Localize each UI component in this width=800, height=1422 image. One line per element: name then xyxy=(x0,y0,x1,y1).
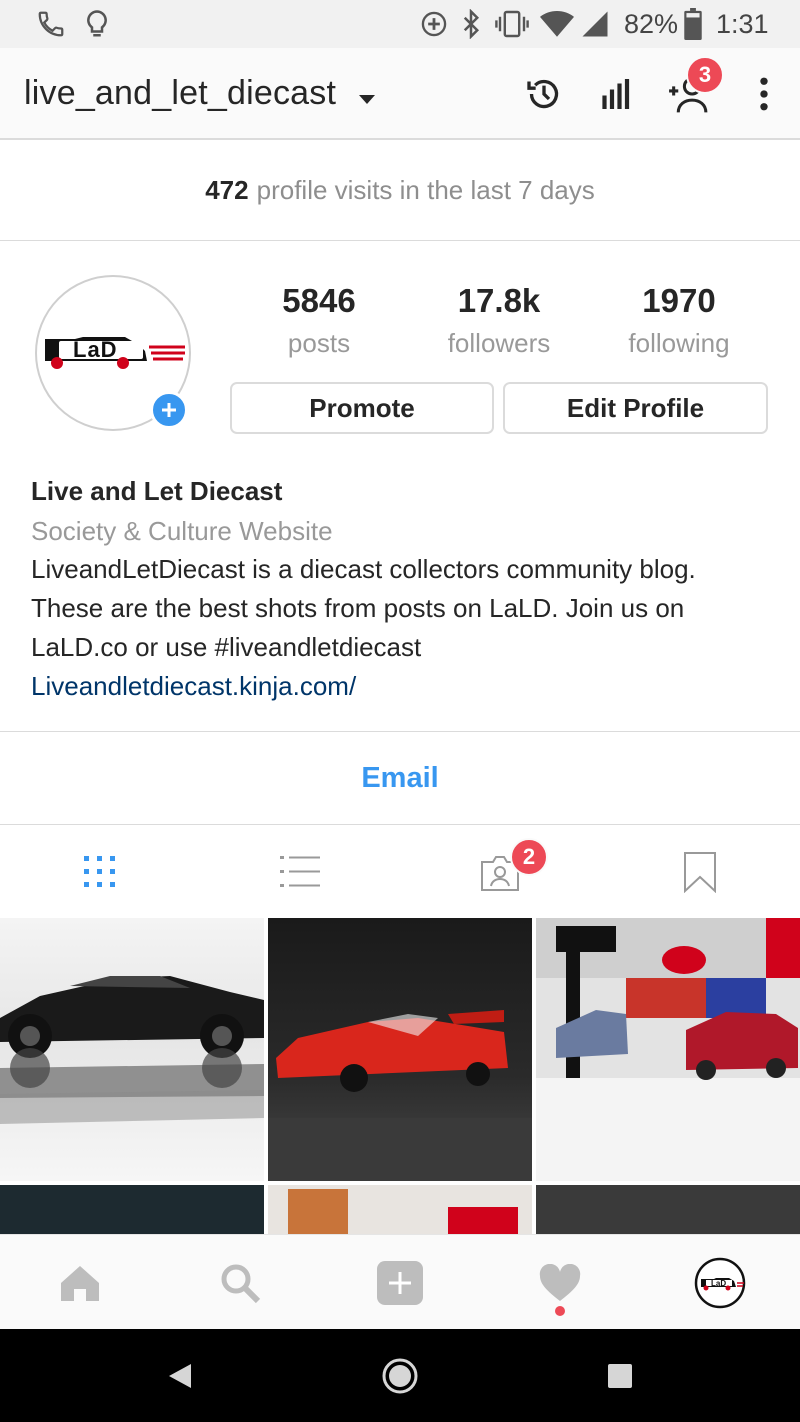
posts-count: 5846 xyxy=(282,282,356,319)
history-icon[interactable] xyxy=(520,48,568,140)
activity-heart-icon xyxy=(539,1263,581,1301)
nav-search[interactable] xyxy=(160,1235,320,1330)
nav-home[interactable] xyxy=(0,1235,160,1330)
nav-profile[interactable]: LaD xyxy=(640,1235,800,1330)
tab-tagged[interactable]: 2 xyxy=(400,826,600,918)
tab-saved[interactable] xyxy=(600,826,800,918)
grid-icon xyxy=(84,856,115,887)
saved-icon xyxy=(684,852,716,893)
clock: 1:31 xyxy=(716,8,769,39)
visits-count: 472 xyxy=(205,175,249,205)
grid-post[interactable] xyxy=(536,1185,800,1235)
back-button[interactable] xyxy=(150,1329,210,1422)
post-thumbnail xyxy=(536,1185,800,1235)
signal-icon xyxy=(580,0,610,48)
home-button[interactable] xyxy=(370,1329,430,1422)
bio-line: These are the best shots from posts on L… xyxy=(31,593,685,623)
following-label: following xyxy=(628,328,730,358)
followers-stat[interactable]: 17.8k followers xyxy=(409,282,589,359)
posts-label: posts xyxy=(287,328,351,358)
grid-post[interactable] xyxy=(268,918,532,1181)
nav-activity[interactable] xyxy=(480,1235,640,1330)
wifi-icon xyxy=(540,0,574,48)
bio-line: LiveandLetDiecast is a diecast collector… xyxy=(31,554,696,584)
search-icon xyxy=(221,1264,261,1303)
activity-dot xyxy=(555,1306,565,1316)
post-thumbnail xyxy=(0,1185,264,1235)
discover-people-badge: 3 xyxy=(686,56,724,94)
recents-icon xyxy=(608,1363,632,1388)
vibrate-icon xyxy=(494,0,530,48)
profile-name: Live and Let Diecast xyxy=(31,476,283,506)
svg-text:LaD: LaD xyxy=(73,337,118,362)
edit-profile-button[interactable]: Edit Profile xyxy=(503,382,768,434)
data-saver-icon xyxy=(420,0,448,48)
username: live_and_let_diecast xyxy=(24,74,337,112)
tab-list[interactable] xyxy=(200,826,400,918)
visits-label: profile visits in the last 7 days xyxy=(256,175,595,205)
profile-category: Society & Culture Website xyxy=(31,516,333,546)
svg-text:LaD: LaD xyxy=(711,1279,726,1288)
system-navigation-bar xyxy=(0,1329,800,1422)
battery-percent: 82% xyxy=(624,8,679,39)
add-story-button[interactable] xyxy=(150,391,188,429)
tagged-badge: 2 xyxy=(510,838,548,876)
back-icon xyxy=(169,1363,191,1388)
tab-grid[interactable] xyxy=(0,826,200,918)
insights-icon[interactable] xyxy=(594,48,642,140)
following-stat[interactable]: 1970 following xyxy=(589,282,769,359)
profile-visits-banner[interactable]: 472 profile visits in the last 7 days xyxy=(0,141,800,241)
lightbulb-icon xyxy=(84,0,110,48)
followers-count: 17.8k xyxy=(457,282,541,319)
more-icon[interactable] xyxy=(744,48,784,140)
chevron-down-icon xyxy=(358,76,376,115)
profile-header: live_and_let_diecast 3 xyxy=(0,48,800,140)
website-link[interactable]: Liveandletdiecast.kinja.com/ xyxy=(31,667,771,706)
grid-post[interactable] xyxy=(268,1185,532,1235)
post-thumbnail xyxy=(0,918,264,1181)
list-icon xyxy=(280,856,320,887)
grid-post[interactable] xyxy=(0,918,264,1181)
bio-section: Live and Let Diecast Society & Culture W… xyxy=(31,474,771,706)
home-circle-icon xyxy=(382,1358,418,1393)
new-post-icon xyxy=(377,1260,423,1305)
account-switcher[interactable]: live_and_let_diecast xyxy=(24,74,376,115)
nav-new-post[interactable] xyxy=(320,1235,480,1330)
followers-label: followers xyxy=(447,328,551,358)
status-bar: 82% 1:31 xyxy=(0,0,800,48)
plus-icon xyxy=(162,403,176,417)
bluetooth-icon xyxy=(460,0,482,48)
bio-line: LaLD.co or use #liveandletdiecast xyxy=(31,632,422,662)
home-icon xyxy=(61,1265,99,1301)
post-thumbnail xyxy=(268,918,532,1181)
email-button[interactable]: Email xyxy=(0,731,800,825)
profile-avatar-icon: LaD xyxy=(694,1257,746,1308)
profile-tabs: 2 xyxy=(0,826,800,918)
promote-button[interactable]: Promote xyxy=(230,382,494,434)
recents-button[interactable] xyxy=(590,1329,650,1422)
grid-post[interactable] xyxy=(536,918,800,1181)
bottom-navigation: LaD xyxy=(0,1234,800,1329)
phone-icon xyxy=(36,0,66,48)
post-thumbnail xyxy=(268,1185,532,1235)
grid-post[interactable] xyxy=(0,1185,264,1235)
post-thumbnail xyxy=(536,918,800,1181)
battery-icon xyxy=(684,0,702,48)
posts-stat[interactable]: 5846 posts xyxy=(229,282,409,359)
following-count: 1970 xyxy=(642,282,716,319)
